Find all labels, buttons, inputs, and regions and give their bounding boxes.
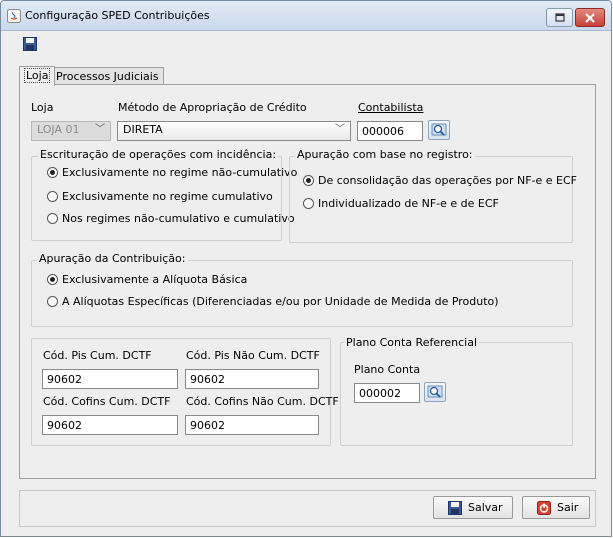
restore-button[interactable]: [546, 8, 573, 27]
close-icon: [585, 13, 595, 23]
restore-icon: [554, 13, 565, 22]
plano-conta-search-button[interactable]: [424, 382, 446, 402]
apuracao-contribuicao-group: [31, 260, 573, 327]
tab-processos-label: Processos Judiciais: [56, 70, 159, 83]
magnifier-icon: [431, 123, 447, 136]
radio-consolidacao[interactable]: De consolidação das operações por NF-e e…: [303, 174, 577, 190]
radio-ambos-regimes[interactable]: Nos regimes não-cumulativo e cumulativo: [47, 212, 295, 228]
cofins-cum-input[interactable]: 90602: [42, 415, 178, 435]
radio-aliquota-basica[interactable]: Exclusivamente a Alíquota Básica: [47, 273, 247, 289]
radio-cumulativo[interactable]: Exclusivamente no regime cumulativo: [47, 190, 273, 206]
escrituracao-title: Escrituração de operações com incidência…: [38, 148, 279, 161]
sair-button[interactable]: Sair: [522, 496, 590, 519]
java-app-icon: [7, 9, 21, 23]
close-button[interactable]: [575, 8, 605, 27]
save-disk-icon: [448, 501, 462, 515]
loja-select-value: LOJA 01: [37, 123, 80, 136]
plano-conta-label: Plano Conta: [354, 363, 421, 376]
metodo-select-value: DIRETA: [123, 123, 163, 136]
save-disk-icon[interactable]: [23, 37, 37, 51]
apuracao-contribuicao-title: Apuração da Contribuição:: [37, 252, 188, 265]
pis-nao-cum-label: Cód. Pis Não Cum. DCTF: [186, 349, 320, 362]
plano-conta-title: Plano Conta Referencial: [344, 336, 480, 349]
salvar-button[interactable]: Salvar: [433, 496, 513, 519]
plano-conta-input[interactable]: 000002: [354, 383, 420, 403]
radio-empty-icon: [47, 213, 58, 224]
sped-config-window: Configuração SPED Contribuições Loja Pro…: [0, 0, 612, 537]
radio-aliquotas-especificas[interactable]: A Alíquotas Específicas (Diferenciadas e…: [47, 295, 499, 311]
window-title: Configuração SPED Contribuições: [25, 9, 210, 22]
cofins-cum-label: Cód. Cofins Cum. DCTF: [43, 395, 171, 408]
metodo-label: Método de Apropriação de Crédito: [118, 101, 307, 114]
radio-selected-icon: [47, 274, 58, 285]
metodo-select[interactable]: DIRETA ﹀: [117, 121, 351, 141]
title-bar: Configuração SPED Contribuições: [1, 1, 611, 31]
chevron-down-icon: ﹀: [335, 124, 345, 135]
sair-label: Sair: [557, 501, 579, 514]
contabilista-link[interactable]: Contabilista: [358, 101, 423, 114]
radio-individualizado[interactable]: Individualizado de NF-e e de ECF: [303, 197, 499, 213]
radio-selected-icon: [303, 175, 314, 186]
chevron-down-icon: ﹀: [95, 124, 105, 135]
exit-power-icon: [537, 501, 551, 515]
magnifier-icon: [427, 385, 443, 398]
loja-select[interactable]: LOJA 01 ﹀: [31, 121, 111, 141]
cofins-nao-cum-input[interactable]: 90602: [185, 415, 319, 435]
radio-nao-cumulativo[interactable]: Exclusivamente no regime não-cumulativo: [47, 166, 297, 182]
pis-cum-input[interactable]: 90602: [42, 369, 178, 389]
tab-loja-label: Loja: [24, 68, 51, 83]
contabilista-search-button[interactable]: [428, 120, 450, 140]
tab-processos-judiciais[interactable]: Processos Judiciais: [51, 67, 164, 85]
pis-nao-cum-input[interactable]: 90602: [185, 369, 319, 389]
loja-label: Loja: [31, 101, 54, 114]
cofins-nao-cum-label: Cód. Cofins Não Cum. DCTF: [186, 395, 339, 408]
pis-cum-label: Cód. Pis Cum. DCTF: [43, 349, 152, 362]
tab-loja[interactable]: Loja: [19, 66, 56, 86]
apuracao-registro-title: Apuração com base no registro:: [295, 148, 475, 161]
radio-empty-icon: [47, 296, 58, 307]
radio-empty-icon: [47, 191, 58, 202]
salvar-label: Salvar: [468, 501, 503, 514]
radio-selected-icon: [47, 167, 58, 178]
radio-empty-icon: [303, 198, 314, 209]
contabilista-input[interactable]: 000006: [357, 121, 423, 141]
